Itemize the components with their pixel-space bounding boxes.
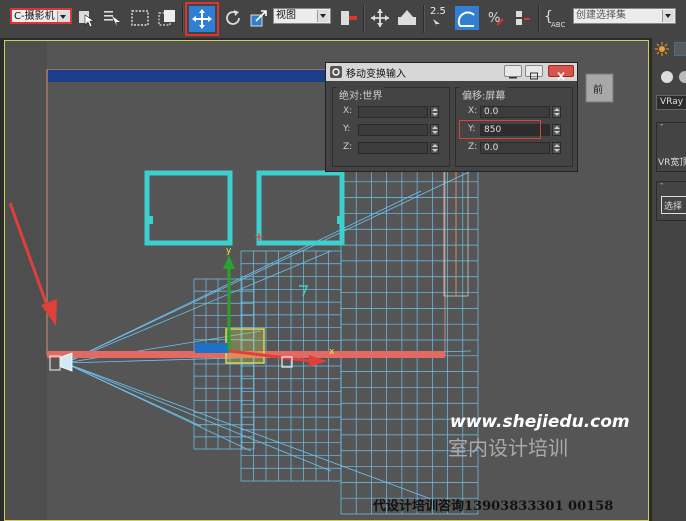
svg-text:ABC: ABC: [551, 21, 565, 29]
select-and-manipulate-icon[interactable]: [369, 7, 391, 29]
renderer-select[interactable]: VRay: [656, 95, 686, 110]
reference-coordinate-value: 视图: [276, 10, 296, 21]
edit-named-selection-icon[interactable]: {ABC: [543, 7, 565, 29]
absolute-group-title: 绝对:世界: [337, 87, 385, 102]
percent-snap-icon[interactable]: %: [485, 7, 507, 29]
offset-z-spinner[interactable]: [552, 142, 561, 154]
absolute-world-group: 绝对:世界 X: Y: Z:: [332, 87, 450, 167]
minimize-button[interactable]: [504, 65, 522, 79]
sun-icon[interactable]: [655, 42, 669, 56]
window-crossing-icon[interactable]: [156, 7, 178, 29]
toolbar-separator: [423, 5, 425, 33]
toolbar-separator: [538, 5, 540, 33]
dialog-title: 移动变换输入: [346, 69, 406, 80]
close-icon: [557, 71, 565, 81]
chevron-down-icon: [317, 10, 329, 22]
command-panel: VRay - VR宽顶 - 选择: [651, 38, 686, 521]
toolbar-separator: [182, 5, 184, 33]
offset-x-label: X:: [468, 106, 478, 116]
offset-y-spinner[interactable]: [552, 124, 561, 136]
move-icon[interactable]: [189, 6, 215, 32]
keyboard-shortcut-icon[interactable]: [396, 7, 418, 29]
abs-z-spinner[interactable]: [430, 142, 439, 154]
named-selection-set-combo[interactable]: 创建选择集: [573, 8, 676, 24]
geometry-icon[interactable]: [678, 70, 686, 84]
watermark-chinese: 室内设计培训: [448, 436, 568, 460]
offset-screen-group: 偏移:屏幕 X: 0.0 Y: 850 Z: 0.0: [455, 87, 573, 167]
scale-icon[interactable]: [248, 7, 270, 29]
dialog-titlebar[interactable]: 移动变换输入: [326, 63, 577, 81]
offset-x-spinner[interactable]: [552, 106, 561, 118]
minimize-icon: [509, 77, 517, 79]
rectangular-selection-icon[interactable]: [129, 7, 151, 29]
abs-x-field[interactable]: [358, 106, 428, 118]
vr-camera-label[interactable]: VR宽顶: [658, 155, 686, 168]
select-field-text: 选择: [664, 202, 683, 212]
name-color-rollout: - 选择: [656, 179, 686, 221]
main-toolbar: C-摄影机 视图 2.5 % {ABC 创建选择集: [0, 0, 686, 39]
offset-x-field[interactable]: 0.0: [480, 106, 550, 118]
named-selection-set-text: 创建选择集: [576, 10, 626, 21]
snap-value-label: 2.5: [430, 6, 446, 17]
rollout-minus-icon[interactable]: -: [660, 120, 663, 130]
select-object-icon[interactable]: [76, 7, 98, 29]
move-transform-type-in-dialog: 移动变换输入 绝对:世界 X: Y: Z: 偏移:屏幕 X: 0.0 Y: 85…: [325, 62, 578, 172]
spinner-snap-icon[interactable]: [511, 7, 533, 29]
pivot-center-icon[interactable]: [338, 7, 360, 29]
viewcube-label[interactable]: 前: [593, 81, 603, 96]
gizmo-x-label: x: [329, 347, 335, 357]
select-field[interactable]: 选择: [661, 196, 686, 214]
abs-x-label: X:: [343, 106, 353, 116]
chevron-down-icon: [57, 11, 69, 22]
abs-z-field[interactable]: [358, 142, 428, 154]
camera-select[interactable]: C-摄影机: [10, 8, 72, 24]
sphere-icon[interactable]: [660, 70, 674, 84]
reference-coordinate-select[interactable]: 视图: [273, 8, 331, 24]
abs-y-label: Y:: [343, 124, 351, 134]
toolbar-separator: [363, 5, 365, 33]
maximize-button[interactable]: [525, 65, 543, 80]
camera-tab-icon[interactable]: [674, 42, 686, 56]
offset-z-label: Z:: [468, 142, 478, 152]
abs-x-spinner[interactable]: [430, 106, 439, 118]
watermark-url: www.shejiedu.com: [450, 412, 630, 432]
camera-select-value: C-摄影机: [14, 11, 55, 22]
select-by-name-icon[interactable]: [101, 7, 123, 29]
offset-y-highlight: [459, 120, 541, 139]
gizmo-y-label: y: [226, 246, 232, 256]
snaps-toggle[interactable]: 2.5: [428, 6, 450, 30]
abs-y-spinner[interactable]: [430, 124, 439, 136]
abs-y-field[interactable]: [358, 124, 428, 136]
rollout-minus-icon[interactable]: -: [660, 179, 663, 189]
chevron-down-icon: [662, 10, 674, 22]
maximize-icon: [530, 72, 538, 80]
abs-z-label: Z:: [343, 142, 353, 152]
angle-snap-icon[interactable]: [455, 6, 479, 30]
close-button[interactable]: [548, 65, 574, 81]
offset-z-field[interactable]: 0.0: [480, 142, 550, 154]
rotate-icon[interactable]: [222, 7, 244, 29]
app-logo-icon: [330, 66, 342, 78]
snap-cursor-icon: [433, 19, 440, 27]
renderer-value: VRay: [660, 97, 684, 107]
watermark-contact: 代设计培训咨询13903833301 00158: [373, 499, 614, 514]
offset-group-title: 偏移:屏幕: [460, 87, 508, 102]
object-type-rollout: - VR宽顶: [656, 120, 686, 172]
